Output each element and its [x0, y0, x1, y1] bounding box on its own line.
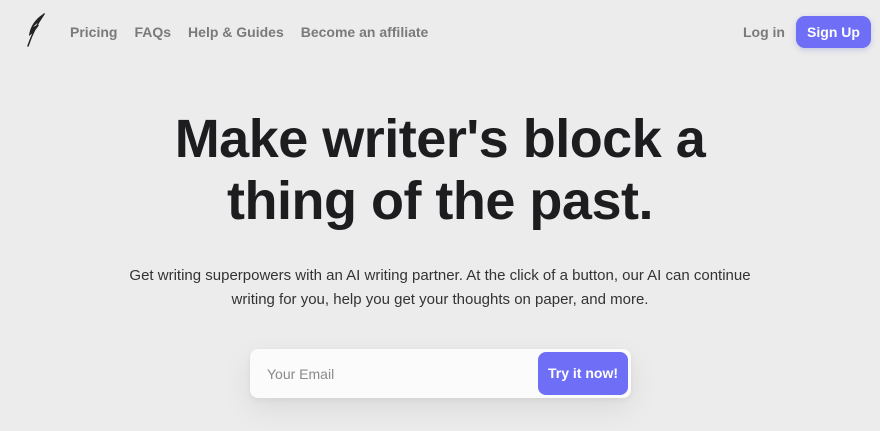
nav-link-become-affiliate[interactable]: Become an affiliate — [301, 23, 429, 41]
signup-button[interactable]: Sign Up — [796, 16, 871, 48]
top-navigation: Pricing FAQs Help & Guides Become an aff… — [0, 0, 880, 64]
hero-title: Make writer's block a thing of the past. — [100, 108, 780, 232]
nav-link-help-guides[interactable]: Help & Guides — [188, 23, 284, 41]
email-input[interactable] — [250, 349, 530, 398]
nav-link-faqs[interactable]: FAQs — [134, 23, 171, 41]
login-link[interactable]: Log in — [743, 23, 785, 41]
hero-subtitle-line-1: Get writing superpowers with an AI writi… — [129, 267, 751, 284]
try-it-now-button[interactable]: Try it now! — [538, 352, 628, 395]
hero-title-line-2: thing of the past. — [227, 171, 653, 231]
nav-links: Pricing FAQs Help & Guides Become an aff… — [70, 23, 428, 41]
feather-quill-icon[interactable] — [24, 12, 48, 48]
email-signup-form: Try it now! — [250, 349, 631, 398]
nav-link-pricing[interactable]: Pricing — [70, 23, 117, 41]
hero-subtitle-line-2: writing for you, help you get your thoug… — [231, 291, 649, 308]
hero-subtitle: Get writing superpowers with an AI writi… — [110, 264, 770, 312]
hero-title-line-1: Make writer's block a — [174, 109, 706, 169]
